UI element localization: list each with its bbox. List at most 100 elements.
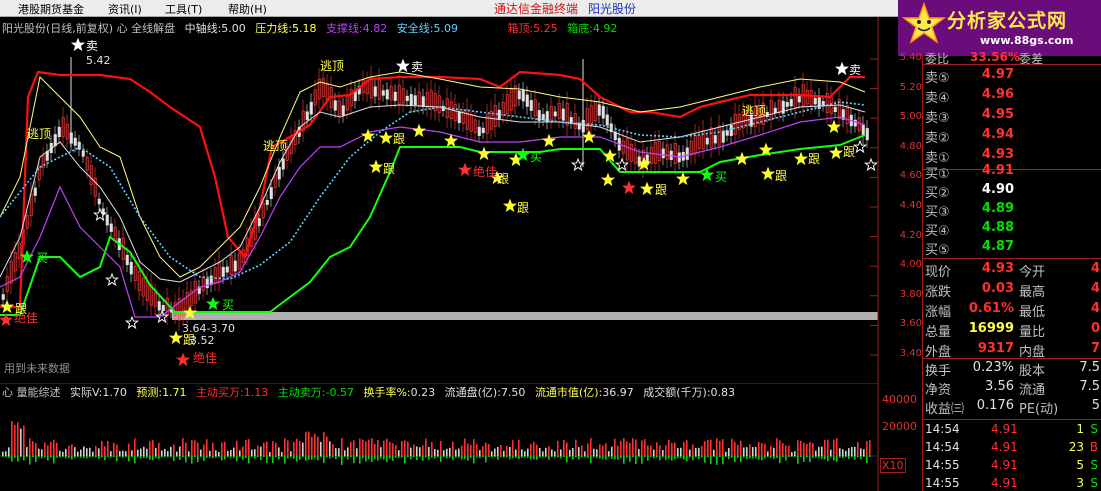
amount-value: 0.83 bbox=[710, 386, 736, 399]
stat-label: 最低 bbox=[1019, 305, 1046, 320]
tick-side: S bbox=[1090, 422, 1098, 436]
follow-signal-label: 跟 bbox=[183, 333, 196, 347]
amount-label: 成交额(千万): bbox=[643, 386, 711, 399]
follow-star-icon bbox=[581, 129, 597, 144]
future-data-note: 用到未来数据 bbox=[4, 362, 70, 375]
stat-label: 总量 bbox=[925, 325, 952, 340]
stat-value: 7.5 bbox=[1079, 379, 1100, 394]
stat-row: 换手 0.23% 股本 7.5 bbox=[923, 360, 1101, 380]
support-label: 支撑线: bbox=[326, 22, 363, 35]
app-title: 通达信金融终端 bbox=[494, 2, 579, 16]
price-axis-label: 3.40 bbox=[899, 348, 922, 359]
hollow-star-icon bbox=[863, 157, 879, 172]
bid-row[interactable]: 买① 4.91 bbox=[923, 163, 1101, 183]
stat-value: 7 bbox=[1090, 341, 1100, 356]
stat-label: 量比 bbox=[1019, 325, 1046, 340]
escape-top-label: 逃顶 bbox=[742, 104, 767, 118]
stat-value: 9317 bbox=[977, 341, 1014, 356]
price-axis-label: 4.60 bbox=[899, 170, 922, 182]
stat-label: 今开 bbox=[1019, 265, 1046, 280]
tick-volume: 5 bbox=[1076, 458, 1084, 472]
buy-signal-label: 买 bbox=[530, 150, 543, 164]
stat-value: 4 bbox=[1090, 281, 1100, 296]
follow-star-icon bbox=[443, 133, 459, 148]
buy-star-icon bbox=[205, 296, 221, 311]
safe-label: 安全线: bbox=[396, 22, 434, 35]
ask-level-label: 卖③ bbox=[925, 111, 950, 126]
price-axis-label: 4.80 bbox=[899, 140, 922, 152]
stat-label: PE(动) bbox=[1019, 402, 1059, 417]
ask-row[interactable]: 卖④ 4.96 bbox=[923, 87, 1101, 107]
follow-star-icon bbox=[734, 151, 750, 166]
stat-row: 涨幅 0.61% 最低 4 bbox=[923, 301, 1101, 321]
follow-signal-label: 跟 bbox=[655, 183, 668, 197]
hollow-star-icon bbox=[570, 157, 586, 172]
follow-signal-label: 跟 bbox=[843, 145, 856, 159]
stat-value: 5 bbox=[1091, 398, 1100, 413]
sell-signal-label: 卖 bbox=[849, 63, 862, 77]
menu-help[interactable]: 帮助(H) bbox=[228, 1, 267, 17]
best-star-icon bbox=[621, 180, 637, 195]
ask-level-label: 卖⑤ bbox=[925, 71, 950, 86]
turnover-label: 换手率%: bbox=[363, 386, 411, 399]
menu-news[interactable]: 资讯(I) bbox=[108, 1, 142, 17]
follow-signal-label: 跟 bbox=[775, 169, 788, 183]
stat-value: 0 bbox=[1090, 321, 1100, 336]
follow-star-icon bbox=[828, 145, 844, 160]
stat-value: 4 bbox=[1090, 261, 1100, 276]
follow-star-icon bbox=[168, 330, 184, 345]
menu-futures[interactable]: 港股期货基金 bbox=[18, 1, 84, 17]
bid-level-label: 买⑤ bbox=[925, 243, 950, 258]
indicator-name: 阳光股份(日线,前复权) 心 全线解盘 bbox=[2, 22, 176, 35]
bid-row[interactable]: 买② 4.90 bbox=[923, 182, 1101, 202]
stat-label: 换手 bbox=[925, 364, 952, 379]
volume-panel[interactable]: 心 量能综述 实际V:1.70 预测:1.71 主动买万:1.13 主动卖万:-… bbox=[0, 383, 922, 491]
price-axis-label: 5.40 bbox=[899, 52, 922, 63]
tick-side: B bbox=[1089, 440, 1098, 454]
box-bottom-label: 箱底: bbox=[567, 22, 593, 35]
stat-value: 3.56 bbox=[985, 379, 1014, 394]
mid-label: 中轴线: bbox=[184, 22, 222, 35]
predict-value: 1.71 bbox=[162, 386, 187, 399]
buy-signal-label: 买 bbox=[36, 251, 49, 265]
tick-row: 14:55 4.91 3 S bbox=[923, 476, 1101, 491]
box-top-value: 5.25 bbox=[533, 22, 558, 35]
follow-star-icon bbox=[541, 133, 557, 148]
bid-level-label: 买③ bbox=[925, 205, 950, 220]
stat-label: 收益㈢ bbox=[925, 402, 965, 417]
menu-tools[interactable]: 工具(T) bbox=[165, 1, 202, 17]
hollow-star-icon bbox=[104, 272, 120, 287]
tick-time: 14:55 bbox=[925, 476, 960, 490]
actual-label: 实际V: bbox=[70, 386, 103, 399]
ask-row[interactable]: 卖③ 4.95 bbox=[923, 107, 1101, 127]
hollow-star-icon bbox=[852, 139, 868, 154]
quote-panel: 委比 33.56% 委差 卖⑤ 4.97 卖④ 4.96 卖③ 4.95 卖② 4.94 卖① 4… bbox=[922, 50, 1101, 491]
buy-signal-label: 买 bbox=[715, 170, 728, 184]
tick-price: 4.91 bbox=[991, 476, 1018, 490]
sell-signal-label: 卖 bbox=[86, 39, 99, 53]
bid-row[interactable]: 买④ 4.88 bbox=[923, 220, 1101, 240]
sell-signal-label: 卖 bbox=[411, 60, 424, 74]
follow-signal-label: 跟 bbox=[15, 302, 28, 316]
stat-label: 现价 bbox=[925, 265, 952, 280]
price-axis-label: 5.00 bbox=[899, 111, 922, 123]
follow-star-icon bbox=[826, 119, 842, 134]
stat-label: 涨幅 bbox=[925, 305, 952, 320]
buy-signal-label: 买 bbox=[222, 298, 235, 312]
follow-signal-label: 跟 bbox=[383, 162, 396, 176]
main-chart[interactable]: 阳光股份(日线,前复权) 心 全线解盘 中轴线:5.00 压力线:5.18 支撑… bbox=[0, 17, 922, 389]
stat-row: 收益㈢ 0.176 PE(动) 5 bbox=[923, 398, 1101, 418]
mcap-label: 流通市值(亿): bbox=[534, 386, 603, 399]
kline-chart-svg bbox=[0, 17, 879, 389]
stat-value: 0.176 bbox=[976, 398, 1014, 413]
ask-row[interactable]: 卖⑤ 4.97 bbox=[923, 67, 1101, 87]
ask-price: 4.97 bbox=[981, 67, 1014, 82]
bid-row[interactable]: 买③ 4.89 bbox=[923, 201, 1101, 221]
ask-row[interactable]: 卖② 4.94 bbox=[923, 127, 1101, 147]
tick-row: 14:54 4.91 1 S bbox=[923, 422, 1101, 440]
bid-price: 4.91 bbox=[981, 163, 1014, 178]
stat-value: 4 bbox=[1090, 301, 1100, 316]
bid-level-label: 买② bbox=[925, 186, 950, 201]
best-star-icon bbox=[457, 162, 473, 177]
bid-row[interactable]: 买⑤ 4.87 bbox=[923, 239, 1101, 259]
